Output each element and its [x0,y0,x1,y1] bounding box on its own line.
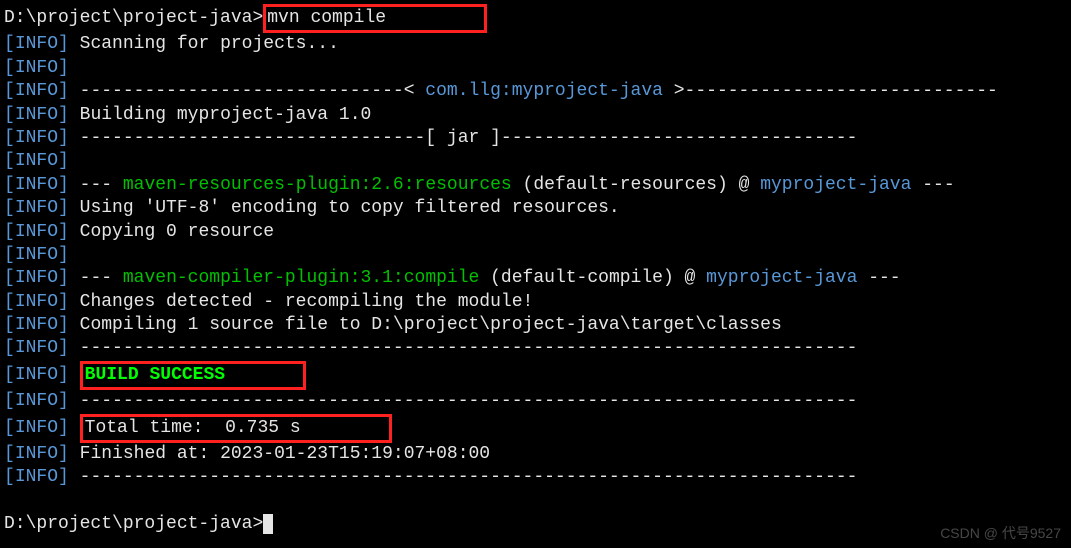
log-line-sep2: [INFO] ---------------------------------… [4,390,1067,413]
prompt-path-2: D:\project\project-java> [4,514,263,534]
log-line-empty2: [INFO] [4,150,1067,173]
command-text: mvn compile [267,8,386,28]
log-line-copy0: [INFO] Copying 0 resource [4,221,1067,244]
build-success-highlight: BUILD SUCCESS [80,361,306,390]
scan-text: Scanning for projects... [69,34,339,54]
log-line-changes: [INFO] Changes detected - recompiling th… [4,291,1067,314]
watermark-text: CSDN @ 代号9527 [940,524,1061,542]
log-line-finished: [INFO] Finished at: 2023-01-23T15:19:07+… [4,443,1067,466]
log-line-empty: [INFO] [4,57,1067,80]
project-id: com.llg:myproject-java [415,81,674,101]
info-close: ] [58,34,69,54]
log-line-sep1: [INFO] ---------------------------------… [4,337,1067,360]
log-line-sep3: [INFO] ---------------------------------… [4,466,1067,489]
log-line-utf8: [INFO] Using 'UTF-8' encoding to copy fi… [4,197,1067,220]
log-line-project-sep: [INFO] ------------------------------< c… [4,80,1067,103]
build-success-text: BUILD SUCCESS [85,365,225,385]
prompt-line-1: D:\project\project-java>mvn compile [4,4,1067,33]
log-line-jar: [INFO] --------------------------------[… [4,127,1067,150]
prompt-line-2[interactable]: D:\project\project-java> [4,513,1067,536]
log-line-resources-plugin: [INFO] --- maven-resources-plugin:2.6:re… [4,174,1067,197]
compiler-plugin-name: maven-compiler-plugin:3.1:compile [112,268,479,288]
log-line-empty-end [4,490,1067,513]
info-open: [ [4,34,15,54]
log-line-total-time: [INFO] Total time: 0.735 s [4,414,1067,443]
total-time-highlight: Total time: 0.735 s [80,414,392,443]
log-line-compiler-plugin: [INFO] --- maven-compiler-plugin:3.1:com… [4,267,1067,290]
cursor-icon [263,514,273,534]
log-line-build-success: [INFO] BUILD SUCCESS [4,361,1067,390]
prompt-path: D:\project\project-java> [4,8,263,28]
command-highlight: mvn compile [263,4,487,33]
resources-plugin-name: maven-resources-plugin:2.6:resources [112,175,512,195]
log-line-empty3: [INFO] [4,244,1067,267]
log-line-compiling: [INFO] Compiling 1 source file to D:\pro… [4,314,1067,337]
total-time-text: Total time: 0.735 s [85,418,301,438]
info-label: INFO [15,34,58,54]
log-line-building: [INFO] Building myproject-java 1.0 [4,104,1067,127]
log-line-scanning: [INFO] Scanning for projects... [4,33,1067,56]
